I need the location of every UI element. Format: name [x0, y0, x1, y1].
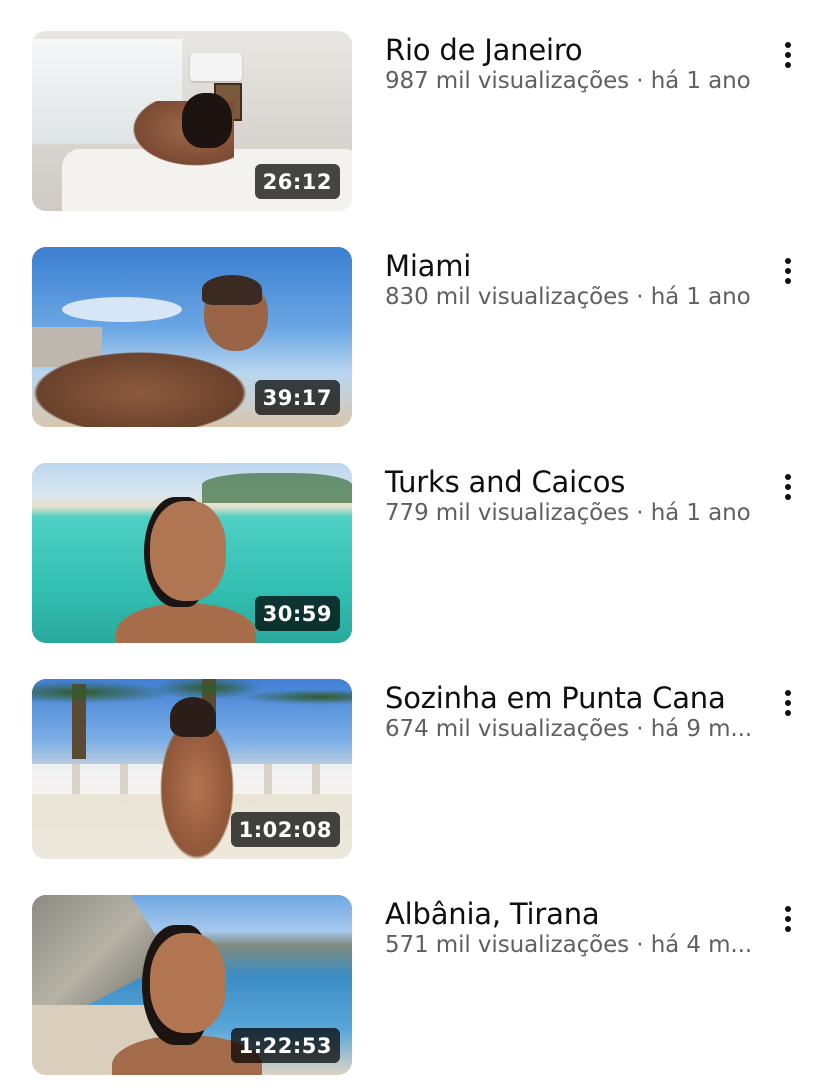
- video-item[interactable]: 1:02:08 Sozinha em Punta Cana 674 mil vi…: [0, 679, 828, 859]
- video-title[interactable]: Albânia, Tirana: [385, 897, 775, 931]
- video-meta[interactable]: Sozinha em Punta Cana 674 mil visualizaç…: [385, 681, 775, 743]
- more-options-button[interactable]: [772, 897, 804, 941]
- video-thumbnail[interactable]: 39:17: [32, 247, 352, 427]
- video-stats: 779 mil visualizações · há 1 ano: [385, 500, 751, 526]
- video-meta[interactable]: Turks and Caicos 779 mil visualizações ·…: [385, 465, 775, 527]
- video-thumbnail[interactable]: 30:59: [32, 463, 352, 643]
- duration-badge: 30:59: [254, 596, 340, 631]
- duration-badge: 1:02:08: [230, 812, 340, 847]
- video-thumbnail[interactable]: 1:02:08: [32, 679, 352, 859]
- more-vertical-icon: [785, 256, 791, 286]
- video-title[interactable]: Rio de Janeiro: [385, 33, 775, 67]
- video-meta[interactable]: Albânia, Tirana 571 mil visualizações · …: [385, 897, 775, 959]
- video-meta[interactable]: Rio de Janeiro 987 mil visualizações · h…: [385, 33, 775, 95]
- video-item[interactable]: 26:12 Rio de Janeiro 987 mil visualizaçõ…: [0, 31, 828, 211]
- more-options-button[interactable]: [772, 465, 804, 509]
- video-item[interactable]: 39:17 Miami 830 mil visualizações · há 1…: [0, 247, 828, 427]
- duration-badge: 1:22:53: [230, 1028, 340, 1063]
- more-vertical-icon: [785, 688, 791, 718]
- duration-badge: 26:12: [254, 164, 340, 199]
- video-stats: 830 mil visualizações · há 1 ano: [385, 284, 751, 310]
- video-item[interactable]: 1:22:53 Albânia, Tirana 571 mil visualiz…: [0, 895, 828, 1075]
- more-vertical-icon: [785, 40, 791, 70]
- video-stats: 987 mil visualizações · há 1 ano: [385, 68, 751, 94]
- video-stats: 571 mil visualizações · há 4 m...: [385, 932, 753, 958]
- video-stats: 674 mil visualizações · há 9 m...: [385, 716, 753, 742]
- video-meta[interactable]: Miami 830 mil visualizações · há 1 ano: [385, 249, 775, 311]
- video-thumbnail[interactable]: 26:12: [32, 31, 352, 211]
- duration-badge: 39:17: [254, 380, 340, 415]
- more-options-button[interactable]: [772, 681, 804, 725]
- video-title[interactable]: Turks and Caicos: [385, 465, 775, 499]
- more-vertical-icon: [785, 904, 791, 934]
- more-options-button[interactable]: [772, 249, 804, 293]
- more-vertical-icon: [785, 472, 791, 502]
- video-thumbnail[interactable]: 1:22:53: [32, 895, 352, 1075]
- more-options-button[interactable]: [772, 33, 804, 77]
- video-item[interactable]: 30:59 Turks and Caicos 779 mil visualiza…: [0, 463, 828, 643]
- video-title[interactable]: Miami: [385, 249, 775, 283]
- video-title[interactable]: Sozinha em Punta Cana: [385, 681, 775, 715]
